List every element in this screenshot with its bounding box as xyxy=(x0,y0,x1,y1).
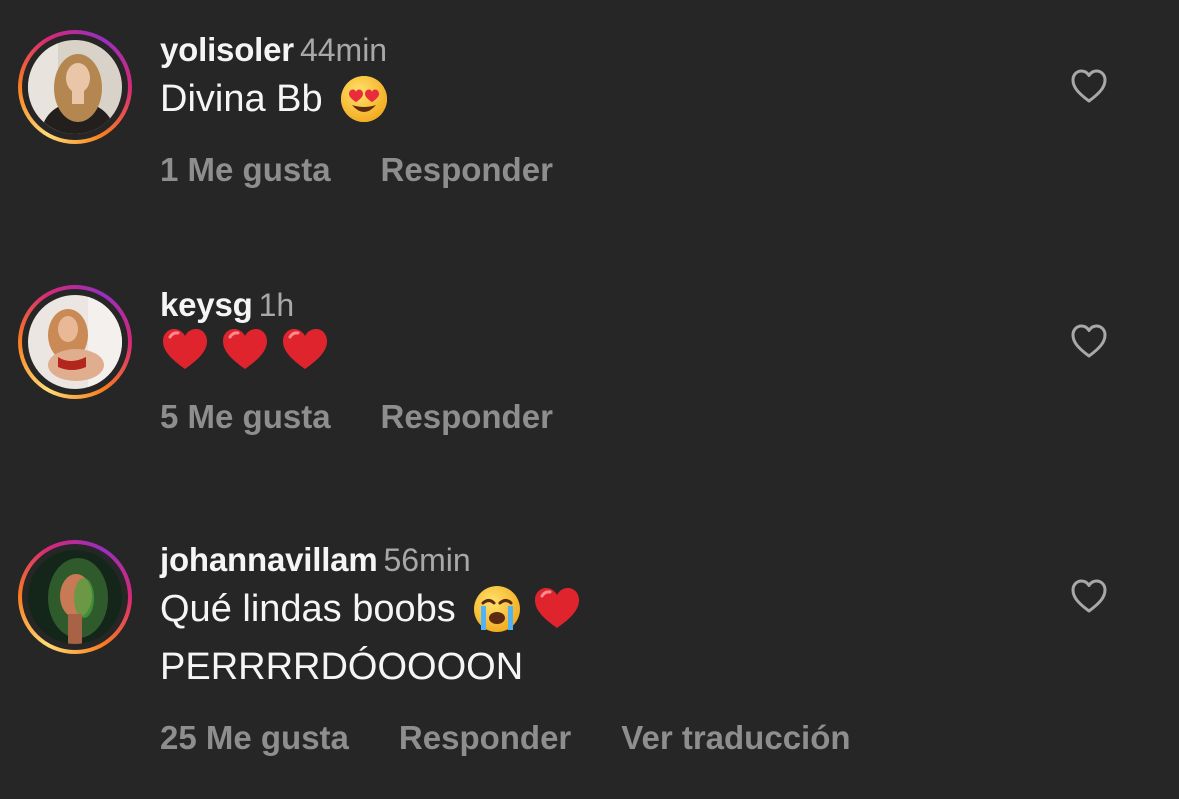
comment-text-content: Divina Bb xyxy=(160,78,323,120)
like-heart-icon[interactable] xyxy=(1068,321,1110,361)
comment-text-line-2: PERRRRDÓOOOON xyxy=(160,646,524,688)
comment-actions: 25 Me gusta Responder Ver traducción xyxy=(160,718,1020,758)
comment-time: 44min xyxy=(299,32,388,68)
avatar[interactable] xyxy=(18,285,132,399)
red-heart-emoji xyxy=(280,325,330,375)
comment-text: Divina Bb xyxy=(160,70,1020,128)
heart-eyes-emoji xyxy=(339,74,389,124)
avatar[interactable] xyxy=(18,540,132,654)
username[interactable]: keysg xyxy=(160,286,253,323)
loudly-crying-emoji xyxy=(472,584,522,634)
comment-list: yolisoler44min Divina Bb 1 Me gustaRes xyxy=(0,0,1179,799)
like-heart-icon[interactable] xyxy=(1068,66,1110,106)
see-translation-button[interactable]: Ver traducción xyxy=(621,718,850,758)
red-heart-emoji xyxy=(532,584,582,634)
comment-text: Qué lindas boobs xyxy=(160,580,1020,638)
comment-body: johannavillam 56min Qué lindas boobs PER… xyxy=(160,540,1020,758)
red-heart-emoji xyxy=(160,325,210,375)
avatar-photo xyxy=(28,295,122,389)
red-heart-emoji xyxy=(220,325,270,375)
likes-count-button[interactable]: 5 Me gusta xyxy=(160,397,331,437)
avatar-photo xyxy=(28,40,122,134)
likes-count-button[interactable]: 1 Me gusta xyxy=(160,150,331,190)
comment-time: 1h xyxy=(258,287,295,323)
comment-body: yolisoler44min Divina Bb 1 Me gustaRes xyxy=(160,30,1020,190)
reply-button[interactable]: Responder xyxy=(381,150,553,190)
username[interactable]: yolisoler xyxy=(160,31,294,68)
comment-time: 56min xyxy=(383,542,471,578)
comment-body: keysg 1h 5 Me gusta Responder xyxy=(160,285,1020,437)
like-heart-icon[interactable] xyxy=(1068,576,1110,616)
avatar-photo xyxy=(28,550,122,644)
reply-button[interactable]: Responder xyxy=(399,718,571,758)
comment-text-content: Qué lindas boobs xyxy=(160,588,456,630)
likes-count-button[interactable]: 25 Me gusta xyxy=(160,718,349,758)
reply-button[interactable]: Responder xyxy=(381,397,553,437)
comment-text xyxy=(160,325,1020,375)
username[interactable]: johannavillam xyxy=(160,541,378,578)
comment-actions: 5 Me gusta Responder xyxy=(160,397,1020,437)
avatar[interactable] xyxy=(18,30,132,144)
comment-actions: 1 Me gusta Responder xyxy=(160,150,1020,190)
